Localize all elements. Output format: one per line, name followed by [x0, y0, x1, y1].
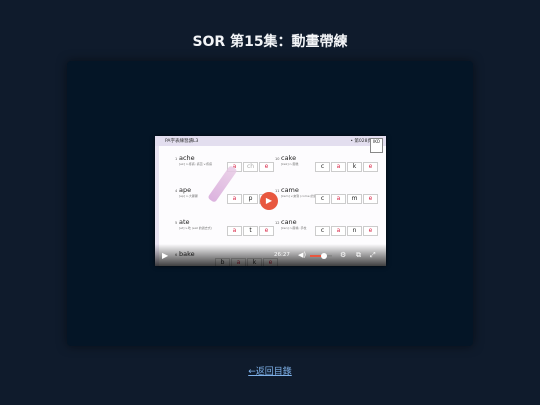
volume-icon[interactable]: ◀)	[298, 251, 306, 259]
slide-page-number: • 第028頁	[350, 139, 372, 144]
slide-header: PA字表練習讀L3 • 第028頁	[155, 136, 386, 146]
time-display: 26:27	[274, 252, 290, 258]
letter-tile: t	[243, 226, 258, 236]
word-entry: 1 ache [ek] n.疼痛; 痛苦 v.疼痛	[175, 153, 215, 166]
word-text: cake	[281, 154, 297, 162]
word-entry: 5 ate [et] v.吃 (eat 的過去式)	[175, 217, 215, 230]
letter-tile: e	[363, 194, 378, 204]
word-text: ate	[179, 218, 190, 226]
letter-tile: a	[331, 162, 346, 172]
letter-tile: e	[259, 162, 274, 172]
word-number: 1	[175, 157, 178, 161]
word-definition: [kek] n.蛋糕	[281, 162, 299, 166]
tile-row: cane	[315, 217, 379, 236]
letter-tile: c	[315, 194, 330, 204]
slide-title: PA字表練習讀L3	[165, 139, 199, 144]
letter-tile: a	[227, 194, 242, 204]
letter-tile: ch	[243, 162, 258, 172]
video-controls: ▶ 26:27 ◀) ⚙ ⧉ ⤢	[155, 244, 386, 266]
tile-row: came	[315, 185, 379, 204]
word-entry: 11 came [kem] v.來到 (come 的過去式)	[275, 185, 324, 198]
letter-tile: a	[331, 226, 346, 236]
word-text: came	[281, 186, 299, 194]
word-text: cane	[281, 218, 297, 226]
settings-gear-icon[interactable]: ⚙	[340, 251, 346, 259]
letter-tile: a	[227, 226, 242, 236]
play-icon[interactable]: ▶	[162, 251, 168, 260]
word-definition: [ep] n.大猩猩	[179, 194, 198, 198]
word-number: 12	[275, 221, 280, 225]
word-number: 5	[175, 221, 178, 225]
letter-tile: e	[363, 162, 378, 172]
word-entry: 12 cane [ken] n.藤條; 手杖	[275, 217, 315, 230]
video-play-overlay-button[interactable]: ▶	[260, 192, 278, 210]
fullscreen-icon[interactable]: ⤢	[370, 251, 376, 260]
volume-slider-knob[interactable]	[321, 253, 328, 259]
page-title: SOR 第15集：動畫帶練	[192, 34, 348, 50]
letter-tile: k	[347, 162, 362, 172]
tile-row: cake	[315, 153, 379, 172]
tile-row: ate	[227, 217, 275, 236]
letter-tile: a	[331, 194, 346, 204]
letter-tile: e	[259, 226, 274, 236]
back-to-contents-link[interactable]: ←返回目錄	[0, 364, 540, 377]
letter-tile: c	[315, 162, 330, 172]
word-definition: [ken] n.藤條; 手杖	[281, 226, 307, 230]
word-definition: [ek] n.疼痛; 痛苦 v.疼痛	[179, 162, 213, 166]
word-definition: [et] v.吃 (eat 的過去式)	[179, 226, 212, 230]
tile-row: a ch e	[227, 153, 275, 172]
word-text: ache	[179, 154, 195, 162]
corner-badge: IKO	[370, 138, 383, 153]
word-number: 4	[175, 189, 178, 193]
letter-tile: c	[315, 226, 330, 236]
letter-tile: m	[347, 194, 362, 204]
video-player[interactable]: PA字表練習讀L3 • 第028頁 IKO 1 ache [ek] n.疼痛; …	[155, 136, 386, 266]
letter-tile: e	[363, 226, 378, 236]
letter-tile: n	[347, 226, 362, 236]
volume-slider[interactable]	[310, 253, 332, 259]
letter-tile: p	[243, 194, 258, 204]
popout-icon[interactable]: ⧉	[356, 251, 361, 260]
word-entry: 10 cake [kek] n.蛋糕	[275, 153, 315, 166]
word-number: 10	[275, 157, 280, 161]
word-text: ape	[179, 186, 192, 194]
word-number: 11	[275, 189, 280, 193]
